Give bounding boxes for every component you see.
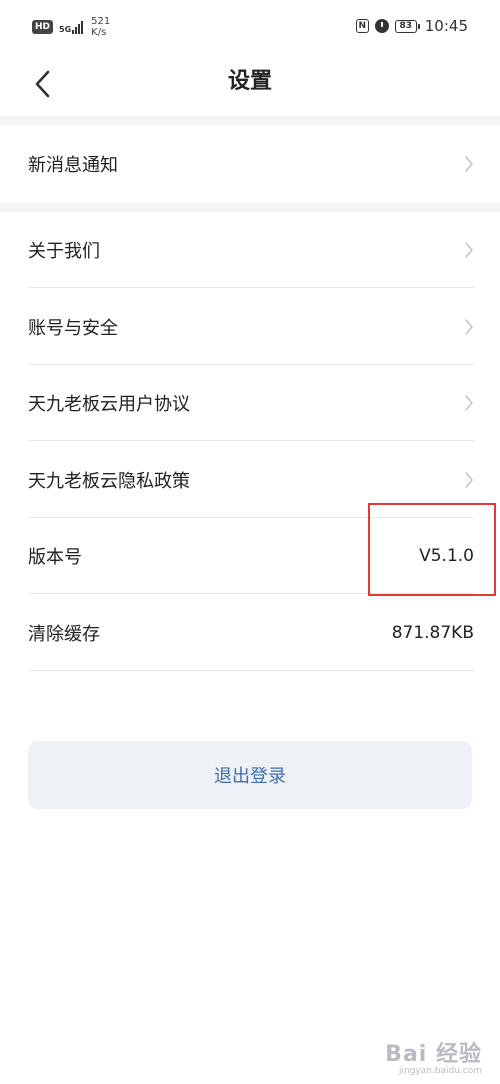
settings-item-label: 账号与安全 xyxy=(28,317,118,339)
settings-item-user-agreement[interactable]: 天九老板云用户协议 xyxy=(28,365,474,441)
status-time: 10:45 xyxy=(424,17,468,35)
settings-item-notifications[interactable]: 新消息通知 xyxy=(28,126,474,202)
network-speed: 521 K/s xyxy=(91,16,110,38)
watermark-logo: Bai 经验 xyxy=(385,1042,482,1067)
nfc-icon: N xyxy=(355,19,369,33)
alarm-icon xyxy=(374,19,389,33)
settings-item-label: 天九老板云用户协议 xyxy=(28,393,190,415)
back-button[interactable] xyxy=(24,66,60,102)
signal-icon: 5G xyxy=(59,20,84,34)
chevron-right-icon xyxy=(465,156,473,172)
logout-button[interactable]: 退出登录 xyxy=(28,741,472,809)
battery-level: 83 xyxy=(394,19,417,33)
watermark-url: jingyan.baidu.com xyxy=(398,1066,482,1076)
network-type: 5G xyxy=(59,25,72,34)
section-gap xyxy=(0,116,500,126)
settings-item-about-us[interactable]: 关于我们 xyxy=(28,212,474,288)
section-gap xyxy=(0,202,500,212)
settings-item-label: 清除缓存 xyxy=(28,623,100,645)
annotation-highlight-box xyxy=(368,503,496,596)
chevron-right-icon xyxy=(465,318,473,335)
nav-bar: 设置 xyxy=(0,56,500,116)
status-left: HD 5G 521 K/s xyxy=(32,16,110,38)
speed-unit: K/s xyxy=(91,27,107,38)
hd-badge: HD xyxy=(32,20,54,34)
speed-value: 521 xyxy=(91,16,111,27)
settings-item-label: 新消息通知 xyxy=(28,155,118,176)
chevron-left-icon xyxy=(35,70,50,98)
chevron-right-icon xyxy=(465,241,473,258)
battery-icon: 83 xyxy=(394,19,420,33)
status-bar: HD 5G 521 K/s N 83 10:45 xyxy=(0,0,500,56)
status-right: N 83 10:45 xyxy=(355,17,468,35)
watermark: Bai 经验 jingyan.baidu.com xyxy=(385,1036,482,1076)
chevron-right-icon xyxy=(465,471,473,488)
chevron-right-icon xyxy=(465,394,473,411)
page-title: 设置 xyxy=(227,69,272,94)
settings-item-clear-cache[interactable]: 清除缓存 871.87KB xyxy=(28,595,474,671)
cache-size-value: 871.87KB xyxy=(391,622,474,643)
settings-item-account-security[interactable]: 账号与安全 xyxy=(28,289,474,365)
settings-item-label: 关于我们 xyxy=(28,240,100,262)
settings-item-label: 天九老板云隐私政策 xyxy=(28,470,190,492)
settings-item-label: 版本号 xyxy=(28,546,82,568)
